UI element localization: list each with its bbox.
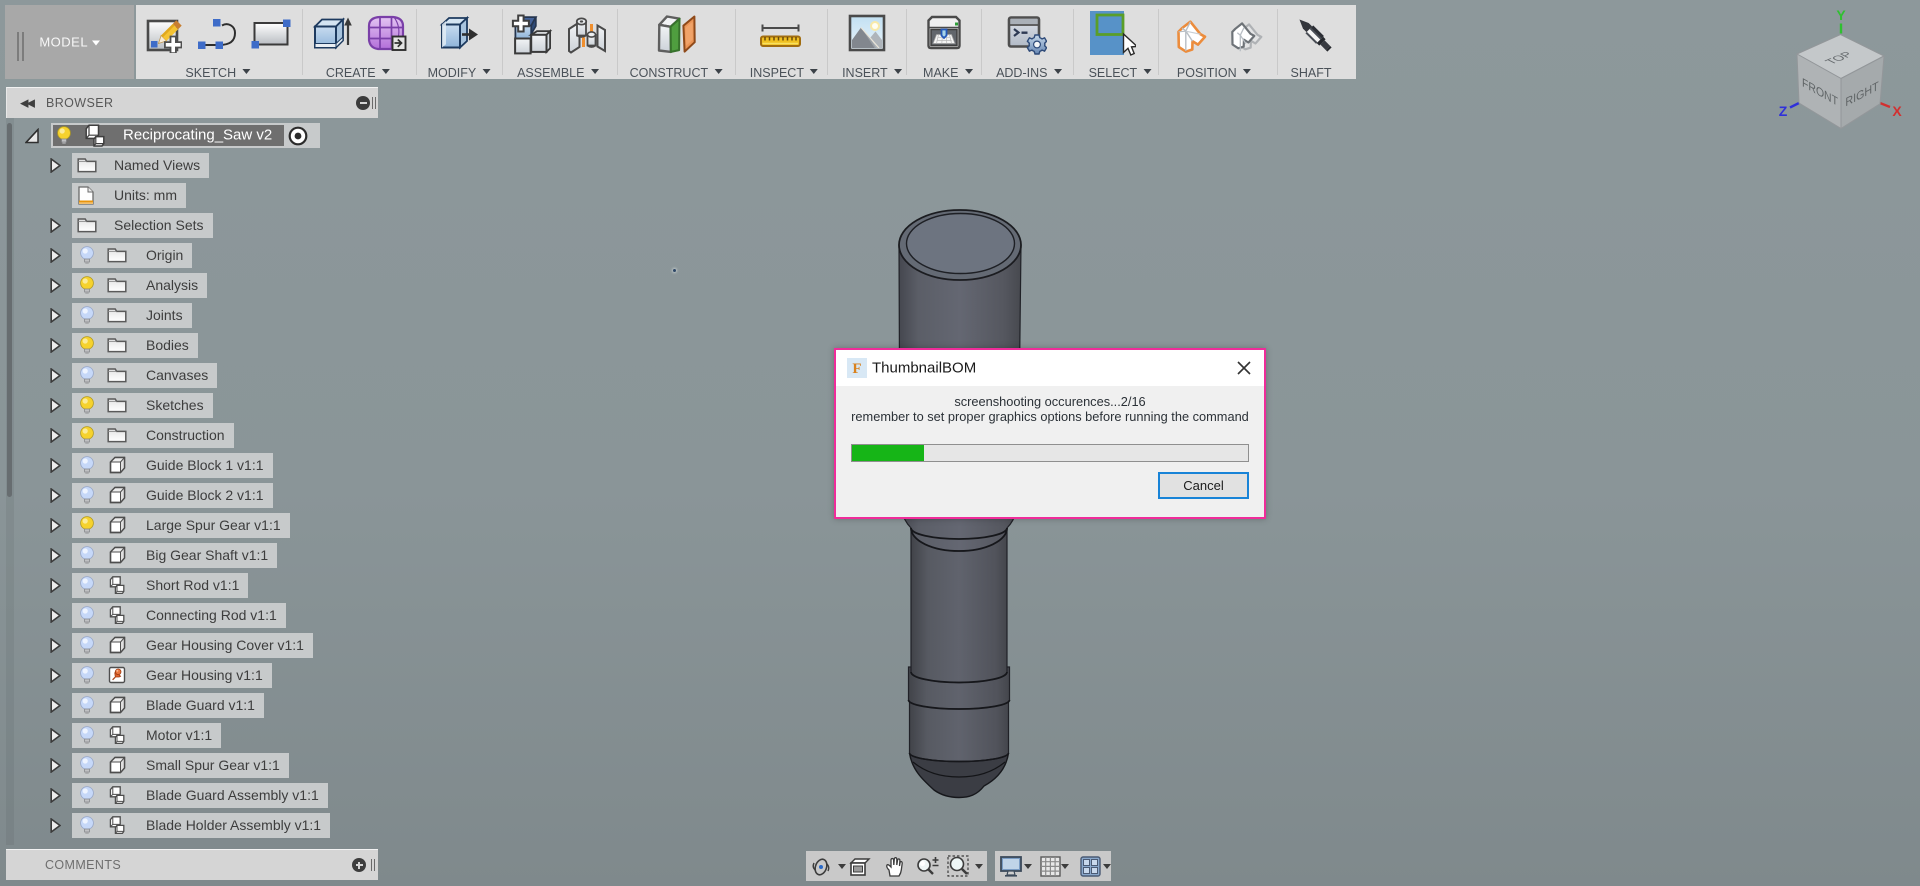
svg-text:Z: Z [1779, 103, 1788, 119]
svg-text:X: X [1892, 103, 1902, 119]
svg-text:Y: Y [1836, 7, 1846, 23]
svg-text:F: F [852, 361, 861, 377]
